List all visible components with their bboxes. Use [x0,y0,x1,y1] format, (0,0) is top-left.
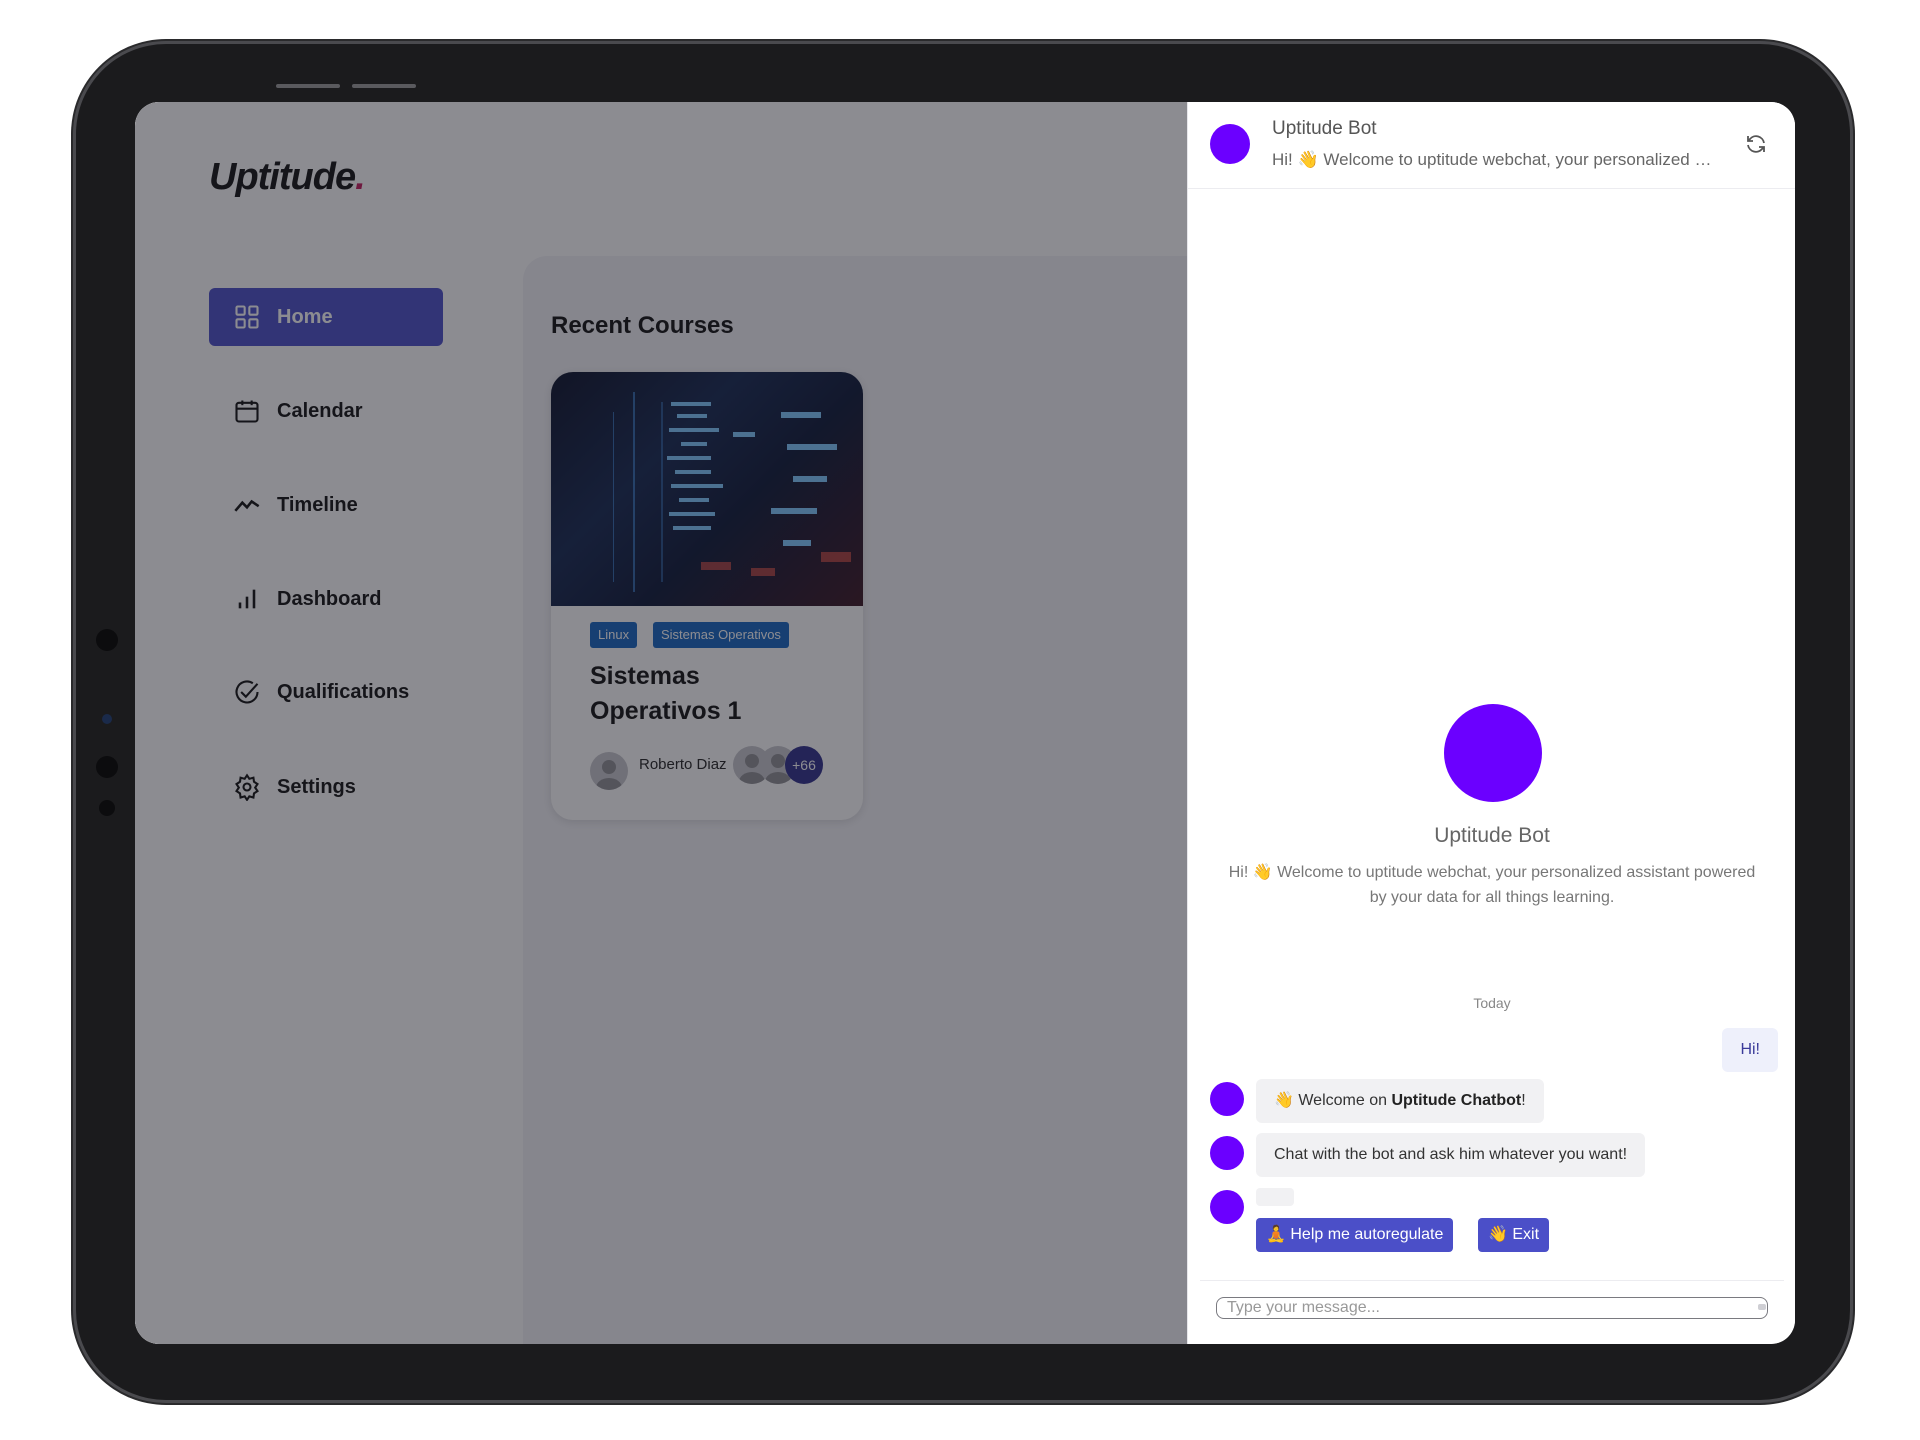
app-area: Uptitude. Home Calendar Timeline Dashboa… [135,102,1243,1344]
camera-lens [102,714,112,724]
bot-message-text: 👋 Welcome on [1274,1092,1392,1109]
bot-message-text: ! [1521,1092,1526,1109]
camera-dot [96,629,118,651]
refresh-icon[interactable] [1744,132,1768,156]
modal-backdrop[interactable] [135,102,1187,1344]
message-composer [1200,1280,1784,1337]
bot-message: Chat with the bot and ask him whatever y… [1256,1133,1646,1177]
volume-button [276,84,340,88]
chat-header: Uptitude Bot Hi! 👋 Welcome to uptitude w… [1188,102,1795,189]
bot-intro-name: Uptitude Bot [1434,824,1550,847]
user-message: Hi! [1722,1028,1778,1072]
volume-button [352,84,416,88]
quick-reply-autoregulate-button[interactable]: 🧘 Help me autoregulate [1256,1218,1454,1252]
date-separator: Today [1473,995,1511,1011]
chat-header-title: Uptitude Bot [1272,118,1377,139]
screen: Uptitude. Home Calendar Timeline Dashboa… [135,102,1795,1344]
send-icon[interactable] [1758,1304,1766,1310]
bot-avatar-large [1444,704,1542,802]
bot-message: 👋 Welcome on Uptitude Chatbot! [1256,1079,1544,1123]
message-input[interactable] [1216,1297,1768,1319]
camera-dot [99,800,115,816]
chat-header-subtitle: Hi! 👋 Welcome to uptitude webchat, your … [1272,150,1718,169]
quick-reply-exit-button[interactable]: 👋 Exit [1478,1218,1550,1252]
bot-avatar [1210,1190,1244,1224]
bot-avatar [1210,1082,1244,1116]
bot-message-bold: Uptitude Chatbot [1391,1092,1522,1109]
bot-avatar [1210,1136,1244,1170]
bot-intro-description: Hi! 👋 Welcome to uptitude webchat, your … [1228,864,1756,906]
bot-avatar [1210,124,1250,164]
empty-bot-bubble [1256,1188,1294,1206]
chat-panel: Uptitude Bot Hi! 👋 Welcome to uptitude w… [1187,102,1795,1344]
camera-dot [96,756,118,778]
